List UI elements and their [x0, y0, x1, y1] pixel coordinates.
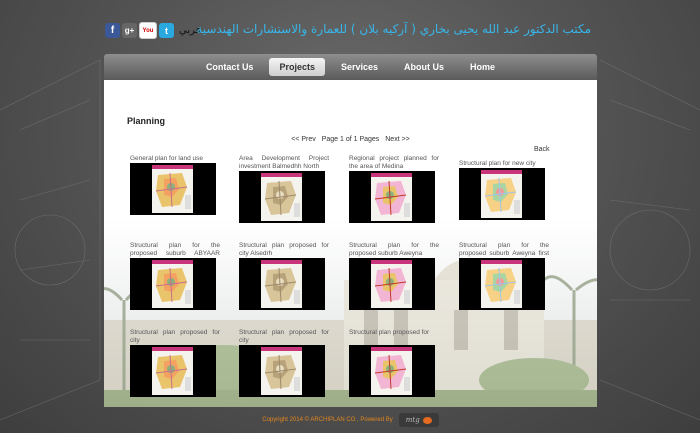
page-status: Page 1 of 1 Pages [321, 136, 380, 143]
powered-by-logo[interactable]: mtg [398, 413, 439, 427]
youtube-icon[interactable]: You [139, 22, 157, 39]
project-card[interactable]: Structural plan proposed for city Alsedr… [239, 242, 329, 310]
copyright-text: Copyright 2014 © ARCHIPLAN CO , Powered … [262, 417, 393, 423]
logo-dot-icon [422, 416, 432, 424]
project-thumbnail[interactable] [459, 258, 545, 310]
prev-page-link[interactable]: << Prev [291, 136, 316, 143]
project-thumbnail[interactable] [239, 171, 325, 223]
twitter-icon[interactable]: t [159, 23, 174, 38]
main-nav: Contact Us Projects Services About Us Ho… [104, 54, 597, 80]
project-card[interactable]: Structural plan for the proposed suburb … [459, 242, 549, 310]
facebook-icon[interactable]: f [105, 23, 120, 38]
footer: Copyright 2014 © ARCHIPLAN CO , Powered … [104, 407, 597, 433]
project-thumbnail[interactable] [349, 345, 435, 397]
site-title: مكتب الدكتور عبد الله يحيى بخاري ( آركيه… [197, 22, 591, 36]
project-caption[interactable]: Structural plan for the proposed suburb … [349, 242, 439, 258]
project-thumbnail[interactable] [349, 258, 435, 310]
project-card[interactable]: Structural plan proposed for [349, 329, 439, 397]
nav-about-us[interactable]: About Us [394, 58, 454, 76]
project-caption[interactable]: Area Development Project investment Balm… [239, 155, 329, 171]
project-card[interactable]: Structural plan proposed for city [130, 329, 220, 397]
nav-projects[interactable]: Projects [269, 58, 325, 76]
project-caption[interactable]: Structural plan proposed for city [130, 329, 220, 345]
project-card[interactable]: Structural plan proposed for city [239, 329, 329, 397]
project-caption[interactable]: Structural plan proposed for city [239, 329, 329, 345]
project-caption[interactable]: Structural plan proposed for [349, 329, 439, 345]
project-thumbnail[interactable] [130, 163, 216, 215]
back-link[interactable]: Back [534, 146, 550, 153]
project-card[interactable]: General plan for land use [130, 155, 220, 215]
project-card[interactable]: Area Development Project investment Balm… [239, 155, 329, 223]
project-thumbnail[interactable] [459, 168, 545, 220]
project-caption[interactable]: Structural plan for the proposed suburb … [459, 242, 549, 258]
content-panel: Planning << Prev Page 1 of 1 Pages Next … [104, 80, 597, 407]
project-thumbnail[interactable] [239, 258, 325, 310]
project-thumbnail[interactable] [239, 345, 325, 397]
logo-text: mtg [405, 416, 420, 424]
next-page-link[interactable]: Next >> [385, 136, 410, 143]
nav-home[interactable]: Home [460, 58, 505, 76]
project-thumbnail[interactable] [130, 345, 216, 397]
project-caption[interactable]: General plan for land use [130, 155, 220, 163]
project-card[interactable]: Regional project planned for the area of… [349, 155, 439, 223]
project-caption[interactable]: Regional project planned for the area of… [349, 155, 439, 171]
project-thumbnail[interactable] [349, 171, 435, 223]
google-plus-icon[interactable]: g+ [122, 23, 137, 38]
project-thumbnail[interactable] [130, 258, 216, 310]
pagination: << Prev Page 1 of 1 Pages Next >> [104, 136, 597, 143]
nav-contact-us[interactable]: Contact Us [196, 58, 264, 76]
nav-services[interactable]: Services [331, 58, 388, 76]
social-links: f g+ You t عربي [105, 22, 202, 39]
project-card[interactable]: Structural plan for new city [459, 160, 549, 220]
project-card[interactable]: Structural plan for the proposed suburb … [349, 242, 439, 310]
project-caption[interactable]: Structural plan proposed for city Alsedr… [239, 242, 329, 258]
project-card[interactable]: Structural plan for the proposed suburb … [130, 242, 220, 310]
project-caption[interactable]: Structural plan for new city [459, 160, 549, 168]
page-title: Planning [127, 116, 165, 126]
project-caption[interactable]: Structural plan for the proposed suburb … [130, 242, 220, 258]
